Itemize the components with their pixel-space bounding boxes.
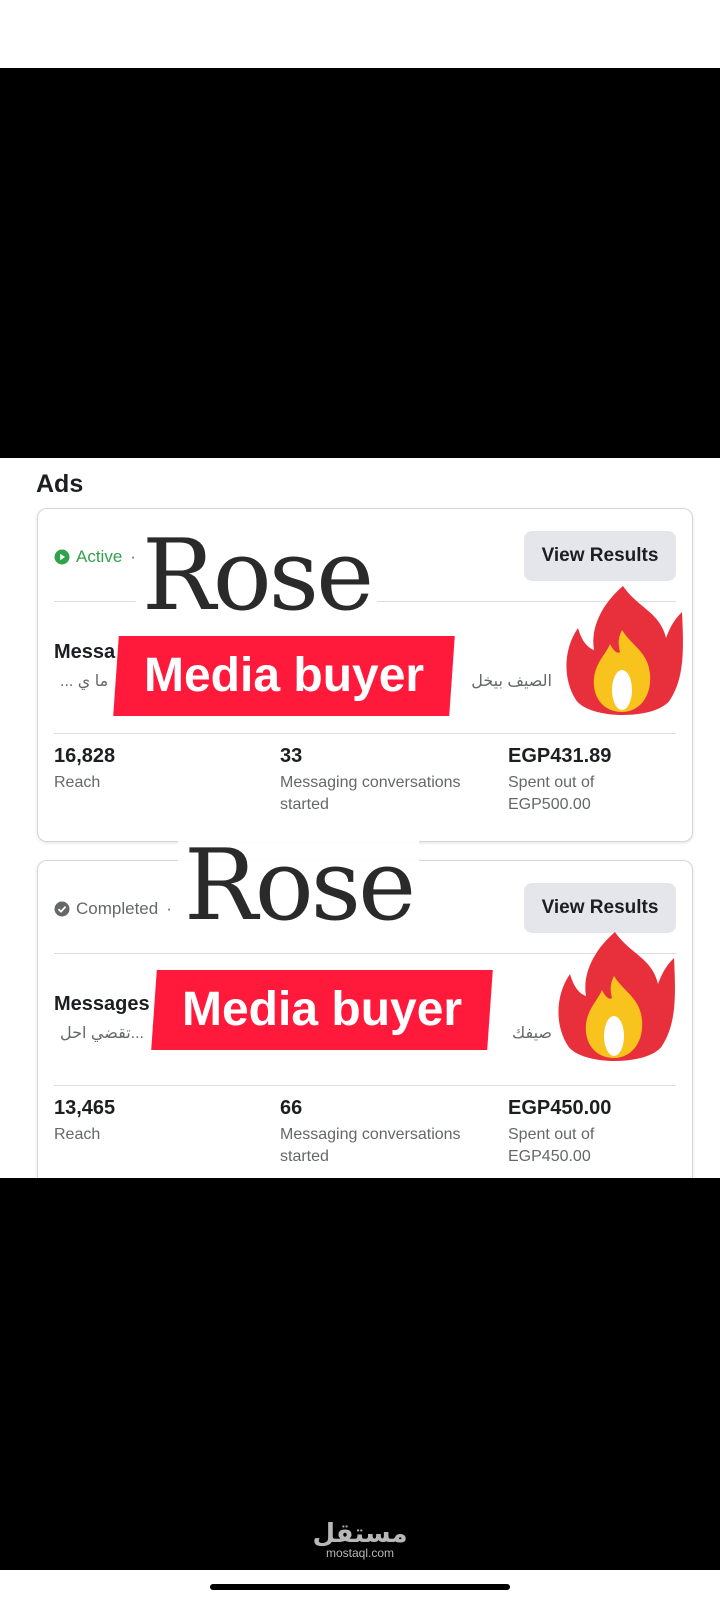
black-bar-bottom [0,1178,720,1570]
status-badge: Active · [54,547,136,567]
status-label: Completed [76,899,159,918]
stat-value: 66 [280,1097,303,1119]
stat-reach: 13,465 Reach [54,1097,254,1146]
stat-spent: EGP450.00 Spent out of EGP450.00 [508,1097,678,1168]
stat-label: Messaging conversations started [280,1126,461,1165]
watermark-latin: mostaql.com [325,1546,395,1560]
stat-value: 13,465 [54,1097,116,1119]
stat-label: Reach [54,1126,101,1143]
ad-body-arabic: صيفك [512,1025,552,1042]
stat-label: Spent out of EGP500.00 [508,774,595,813]
status-label: Active [76,547,123,566]
media-buyer-banner: Media buyer [151,970,493,1050]
watermark: مستقل mostaql.com [310,1520,410,1560]
media-buyer-banner: Media buyer [113,636,455,716]
rose-brand-text: Rose [178,836,420,936]
play-circle-icon [54,549,70,565]
fire-emoji-icon [558,932,675,1061]
stat-reach: 16,828 Reach [54,745,254,794]
stat-value: EGP450.00 [508,1097,612,1119]
home-indicator[interactable] [210,1584,510,1590]
divider [54,1085,676,1086]
ads-section: Ads Active · View Results Messa ... ما ي… [0,458,720,1178]
view-results-button[interactable]: View Results [524,531,676,581]
stat-value: 33 [280,745,303,767]
stat-value: EGP431.89 [508,745,612,767]
separator-dot: · [166,899,172,918]
ad-title: Messages [54,993,150,1015]
ad-body-arabic: الصيف بيخل [471,673,552,690]
ad-title: Messa [54,641,116,663]
watermark-arabic: مستقل [312,1518,408,1548]
banner-text: Media buyer [144,649,425,702]
stat-spent: EGP431.89 Spent out of EGP500.00 [508,745,678,816]
divider [54,733,676,734]
ads-heading: Ads [36,470,84,498]
stat-conversations: 33 Messaging conversations started [280,745,490,816]
banner-text: Media buyer [182,983,463,1036]
ad-body-text: تقضي احل... [60,1025,144,1042]
status-badge: Completed · [54,899,172,919]
ad-body-text: ... ما ي [60,673,109,690]
rose-brand-text: Rose [136,526,378,626]
stat-conversations: 66 Messaging conversations started [280,1097,490,1168]
stat-label: Reach [54,774,101,791]
stat-value: 16,828 [54,745,116,767]
fire-emoji-icon [566,586,683,715]
stat-label: Messaging conversations started [280,774,461,813]
check-circle-icon [54,901,70,917]
view-results-button[interactable]: View Results [524,883,676,933]
stat-label: Spent out of EGP450.00 [508,1126,595,1165]
black-bar-top [0,68,720,458]
